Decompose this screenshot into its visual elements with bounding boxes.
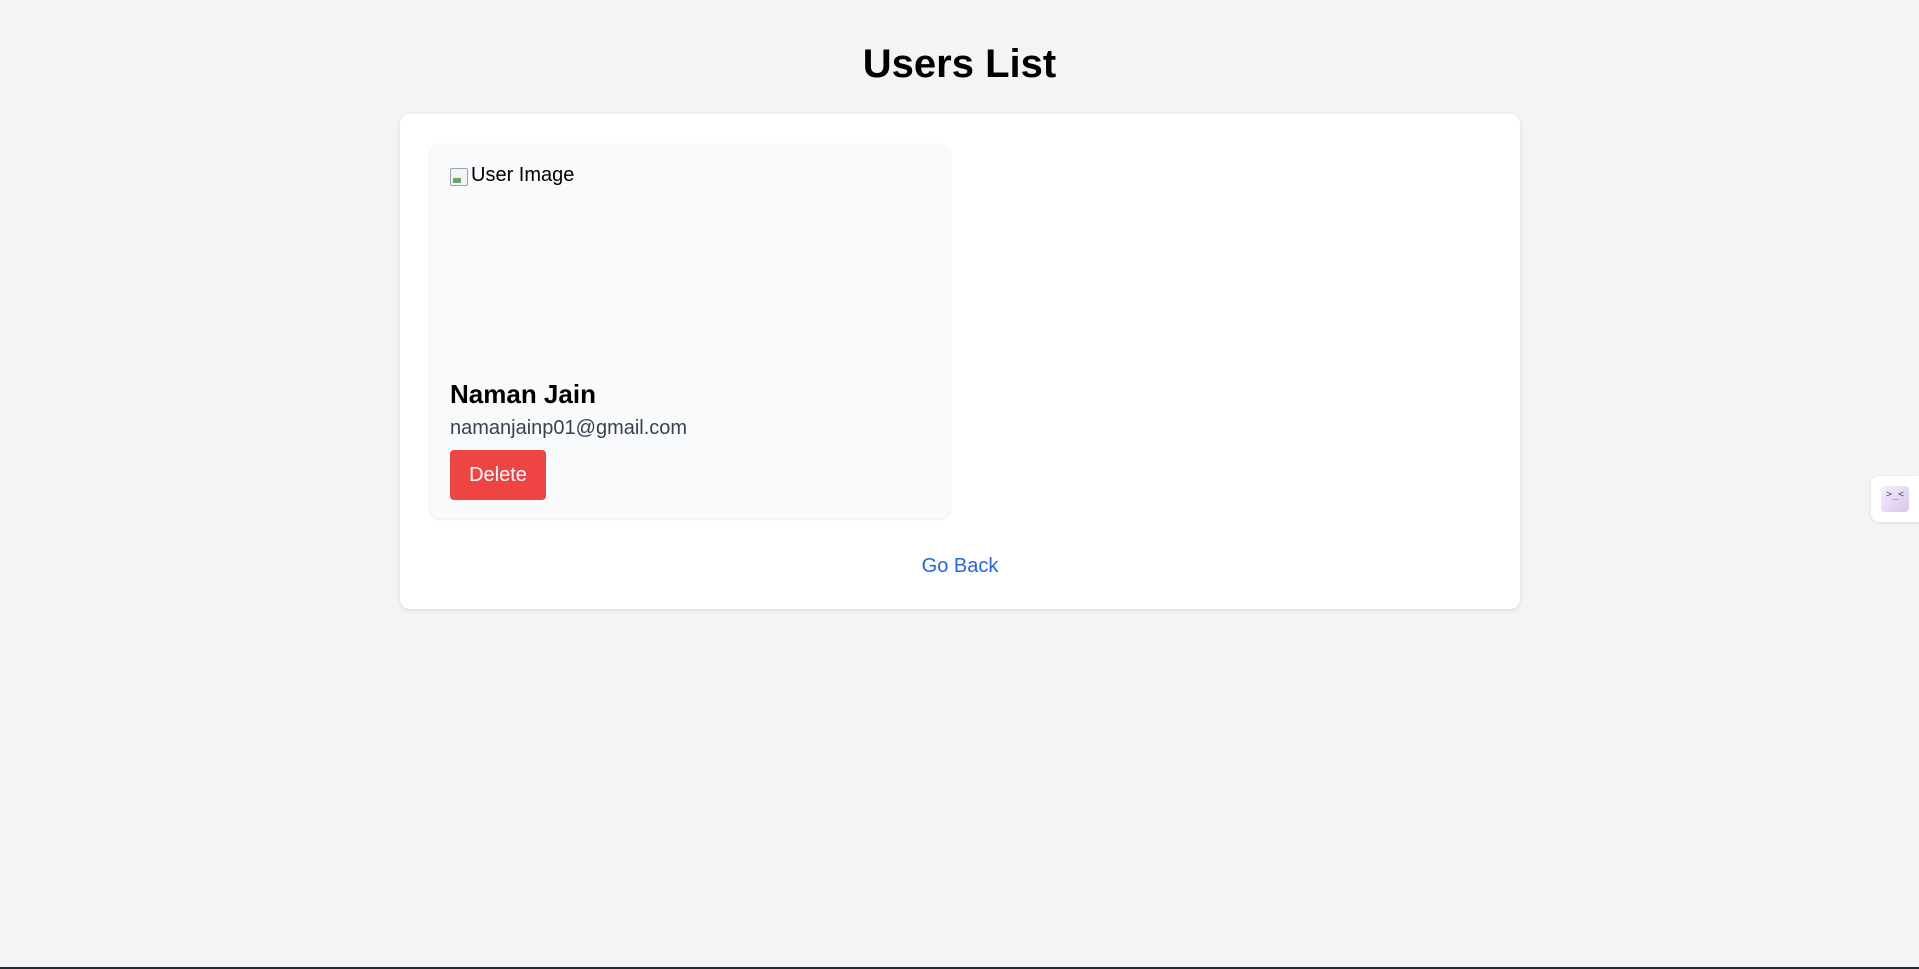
user-image: User Image (450, 164, 930, 359)
user-email: namanjainp01@gmail.com (450, 417, 688, 439)
user-name: Naman Jain (450, 379, 596, 409)
user-card: User Image Naman Jain namanjainp01@gmail… (430, 144, 950, 518)
go-back-link[interactable]: Go Back (400, 552, 1520, 580)
users-panel: User Image Naman Jain namanjainp01@gmail… (400, 114, 1520, 609)
broken-image-icon (450, 168, 468, 186)
user-image-alt-text: User Image (471, 164, 575, 186)
delete-button[interactable]: Delete (450, 450, 546, 500)
side-widget[interactable]: >_< (1871, 476, 1919, 522)
page-title: Users List (862, 42, 1057, 86)
widget-face-icon: >_< (1881, 486, 1909, 512)
